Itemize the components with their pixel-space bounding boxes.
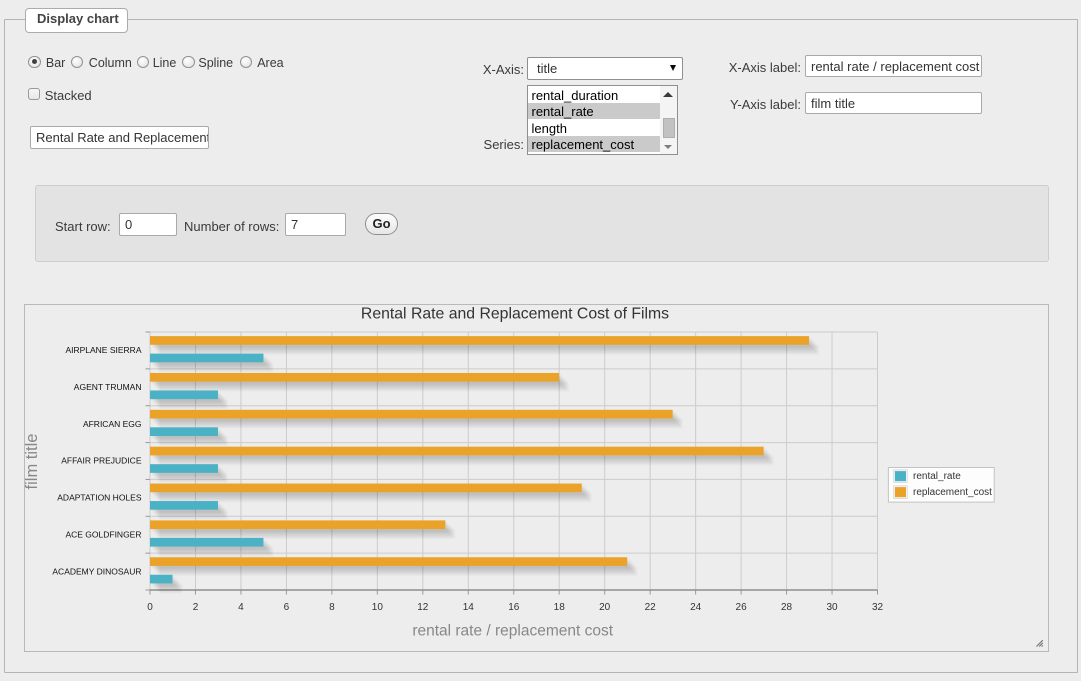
svg-text:ADAPTATION HOLES: ADAPTATION HOLES <box>57 493 142 503</box>
svg-text:6: 6 <box>284 602 290 613</box>
svg-text:film title: film title <box>25 434 41 490</box>
svg-text:4: 4 <box>238 602 244 613</box>
svg-text:20: 20 <box>599 602 611 613</box>
svg-text:AGENT TRUMAN: AGENT TRUMAN <box>74 382 142 392</box>
svg-text:18: 18 <box>554 602 566 613</box>
svg-text:22: 22 <box>645 602 657 613</box>
svg-text:10: 10 <box>372 602 384 613</box>
svg-text:2: 2 <box>193 602 199 613</box>
svg-text:28: 28 <box>781 602 793 613</box>
svg-text:replacement_cost: replacement_cost <box>913 487 992 498</box>
svg-text:14: 14 <box>463 602 475 613</box>
svg-text:32: 32 <box>872 602 884 613</box>
svg-text:12: 12 <box>417 602 429 613</box>
svg-text:24: 24 <box>690 602 702 613</box>
svg-text:AIRPLANE SIERRA: AIRPLANE SIERRA <box>65 345 141 355</box>
svg-text:30: 30 <box>826 602 838 613</box>
svg-text:16: 16 <box>508 602 520 613</box>
svg-text:0: 0 <box>147 602 153 613</box>
svg-text:rental rate / replacement cost: rental rate / replacement cost <box>412 622 613 639</box>
svg-text:AFRICAN EGG: AFRICAN EGG <box>83 419 142 429</box>
svg-text:rental_rate: rental_rate <box>913 471 961 482</box>
svg-text:ACE GOLDFINGER: ACE GOLDFINGER <box>65 529 141 539</box>
svg-text:ACADEMY DINOSAUR: ACADEMY DINOSAUR <box>52 566 141 576</box>
svg-text:8: 8 <box>329 602 335 613</box>
svg-text:AFFAIR PREJUDICE: AFFAIR PREJUDICE <box>61 456 142 466</box>
svg-text:Rental Rate and Replacement Co: Rental Rate and Replacement Cost of Film… <box>361 306 669 323</box>
svg-text:26: 26 <box>736 602 748 613</box>
